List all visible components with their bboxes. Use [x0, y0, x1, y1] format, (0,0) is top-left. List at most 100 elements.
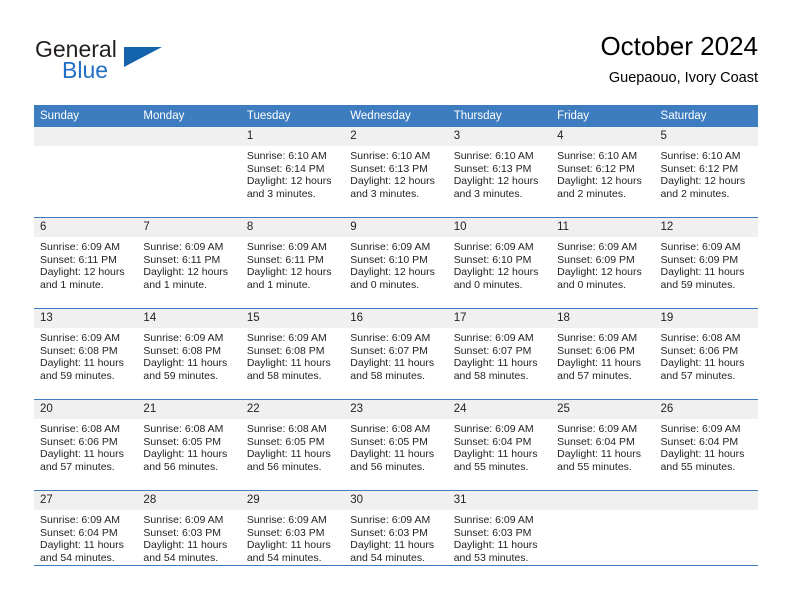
calendar-day-cell[interactable]: 28 Sunrise: 6:09 AM Sunset: 6:03 PM Dayligh… [137, 490, 241, 581]
sunrise-text: Sunrise: 6:09 AM [40, 241, 120, 253]
calendar-page: General Blue October 2024 Guepaouo, Ivor… [0, 0, 792, 612]
day-details: Sunrise: 6:10 AM Sunset: 6:13 PM Daylight:… [344, 146, 447, 200]
daylight-text-line1: Daylight: 11 hours [350, 448, 435, 461]
calendar-day-cell[interactable]: 30 Sunrise: 6:09 AM Sunset: 6:03 PM Dayligh… [344, 490, 448, 581]
sunset-text: Sunset: 6:03 PM [246, 526, 325, 539]
day-number: 27 [34, 491, 138, 510]
day-number: 17 [447, 309, 552, 328]
calendar-day-cell[interactable]: 8 Sunrise: 6:09 AM Sunset: 6:11 PM Daylight… [240, 217, 345, 308]
day-details: Sunrise: 6:09 AM Sunset: 6:10 PM Daylight:… [344, 237, 447, 291]
calendar-day-cell[interactable]: 10 Sunrise: 6:09 AM Sunset: 6:10 PM Dayligh… [447, 217, 552, 308]
daylight-text-line1: Daylight: 12 hours [350, 266, 435, 279]
day-number: 13 [34, 309, 138, 328]
day-number [551, 491, 655, 510]
sunset-text: Sunset: 6:04 PM [453, 435, 532, 448]
brand-logo[interactable]: General Blue [34, 36, 254, 96]
daylight-text-line2: and 56 minutes. [246, 460, 322, 473]
sunset-text: Sunset: 6:07 PM [453, 344, 532, 357]
calendar-day-cell[interactable]: 22 Sunrise: 6:08 AM Sunset: 6:05 PM Dayligh… [240, 399, 345, 490]
day-details: Sunrise: 6:09 AM Sunset: 6:07 PM Daylight:… [448, 328, 551, 382]
sunrise-text: Sunrise: 6:09 AM [453, 423, 534, 435]
day-number: 8 [240, 218, 345, 237]
sunrise-text: Sunrise: 6:09 AM [143, 514, 224, 526]
calendar-bottom-rule [34, 565, 758, 566]
calendar-day-cell[interactable]: 17 Sunrise: 6:09 AM Sunset: 6:07 PM Dayligh… [447, 308, 552, 399]
daylight-text-line2: and 53 minutes. [453, 551, 529, 564]
sunrise-text: Sunrise: 6:08 AM [350, 423, 431, 435]
day-number: 21 [137, 400, 241, 419]
calendar-day-cell[interactable]: 11 Sunrise: 6:09 AM Sunset: 6:09 PM Dayligh… [551, 217, 655, 308]
sunrise-text: Sunrise: 6:09 AM [350, 514, 431, 526]
day-details: Sunrise: 6:10 AM Sunset: 6:14 PM Daylight:… [241, 146, 344, 200]
day-number: 16 [344, 309, 448, 328]
calendar-day-cell[interactable]: 14 Sunrise: 6:09 AM Sunset: 6:08 PM Dayligh… [137, 308, 241, 399]
weekday-header-wednesday: Wednesday [344, 105, 448, 126]
sunset-text: Sunset: 6:05 PM [246, 435, 325, 448]
daylight-text-line2: and 1 minute. [246, 278, 311, 291]
calendar-day-cell[interactable]: 13 Sunrise: 6:09 AM Sunset: 6:08 PM Dayligh… [34, 308, 138, 399]
sunset-text: Sunset: 6:11 PM [143, 253, 221, 266]
sunset-text: Sunset: 6:12 PM [557, 162, 635, 175]
calendar-day-cell-empty [137, 126, 241, 217]
daylight-text-line1: Daylight: 11 hours [453, 448, 538, 461]
weekday-header-tuesday: Tuesday [240, 105, 345, 126]
calendar-day-cell[interactable]: 15 Sunrise: 6:09 AM Sunset: 6:08 PM Dayligh… [240, 308, 345, 399]
day-number [34, 127, 138, 146]
calendar-day-cell[interactable]: 12 Sunrise: 6:09 AM Sunset: 6:09 PM Dayligh… [654, 217, 758, 308]
sunrise-text: Sunrise: 6:09 AM [557, 332, 638, 344]
daylight-text-line2: and 0 minutes. [557, 278, 626, 291]
calendar-day-cell[interactable]: 3 Sunrise: 6:10 AM Sunset: 6:13 PM Daylight… [447, 126, 552, 217]
day-details: Sunrise: 6:09 AM Sunset: 6:07 PM Daylight:… [344, 328, 447, 382]
day-number: 31 [447, 491, 552, 510]
daylight-text-line2: and 3 minutes. [453, 187, 523, 200]
day-details: Sunrise: 6:08 AM Sunset: 6:06 PM Daylight:… [655, 328, 758, 382]
calendar-day-cell[interactable]: 6 Sunrise: 6:09 AM Sunset: 6:11 PM Daylight… [34, 217, 138, 308]
calendar-day-cell[interactable]: 7 Sunrise: 6:09 AM Sunset: 6:11 PM Daylight… [137, 217, 241, 308]
calendar-week-row: 27 Sunrise: 6:09 AM Sunset: 6:04 PM Dayligh… [34, 490, 758, 581]
sunrise-text: Sunrise: 6:09 AM [660, 423, 741, 435]
day-details: Sunrise: 6:09 AM Sunset: 6:11 PM Daylight:… [137, 237, 240, 291]
weekday-header-friday: Friday [551, 105, 655, 126]
day-number: 6 [34, 218, 138, 237]
day-details: Sunrise: 6:09 AM Sunset: 6:03 PM Daylight:… [137, 510, 240, 564]
calendar-day-cell[interactable]: 4 Sunrise: 6:10 AM Sunset: 6:12 PM Daylight… [551, 126, 655, 217]
sunrise-text: Sunrise: 6:10 AM [453, 150, 534, 162]
day-number: 11 [551, 218, 655, 237]
calendar-day-cell[interactable]: 16 Sunrise: 6:09 AM Sunset: 6:07 PM Dayligh… [344, 308, 448, 399]
day-number [137, 127, 241, 146]
calendar-day-cell[interactable]: 18 Sunrise: 6:09 AM Sunset: 6:06 PM Dayligh… [551, 308, 655, 399]
sunset-text: Sunset: 6:14 PM [246, 162, 325, 175]
day-number: 9 [344, 218, 448, 237]
calendar-day-cell[interactable]: 5 Sunrise: 6:10 AM Sunset: 6:12 PM Daylight… [654, 126, 758, 217]
calendar-day-cell[interactable]: 20 Sunrise: 6:08 AM Sunset: 6:06 PM Dayligh… [34, 399, 138, 490]
sunset-text: Sunset: 6:06 PM [660, 344, 739, 357]
day-details: Sunrise: 6:09 AM Sunset: 6:03 PM Daylight:… [241, 510, 344, 564]
calendar-day-cell[interactable]: 21 Sunrise: 6:08 AM Sunset: 6:05 PM Dayligh… [137, 399, 241, 490]
daylight-text-line2: and 55 minutes. [660, 460, 736, 473]
calendar-day-cell[interactable]: 19 Sunrise: 6:08 AM Sunset: 6:06 PM Dayligh… [654, 308, 758, 399]
calendar-day-cell[interactable]: 31 Sunrise: 6:09 AM Sunset: 6:03 PM Dayligh… [447, 490, 552, 581]
daylight-text-line2: and 54 minutes. [40, 551, 115, 564]
sunset-text: Sunset: 6:10 PM [350, 253, 428, 266]
day-number: 29 [240, 491, 345, 510]
calendar-day-cell[interactable]: 27 Sunrise: 6:09 AM Sunset: 6:04 PM Dayligh… [34, 490, 138, 581]
sunset-text: Sunset: 6:08 PM [143, 344, 222, 357]
calendar-day-cell[interactable]: 29 Sunrise: 6:09 AM Sunset: 6:03 PM Dayligh… [240, 490, 345, 581]
day-details: Sunrise: 6:09 AM Sunset: 6:04 PM Daylight:… [448, 419, 551, 473]
calendar-day-cell[interactable]: 26 Sunrise: 6:09 AM Sunset: 6:04 PM Dayligh… [654, 399, 758, 490]
daylight-text-line2: and 55 minutes. [453, 460, 529, 473]
calendar-day-cell[interactable]: 2 Sunrise: 6:10 AM Sunset: 6:13 PM Daylight… [344, 126, 448, 217]
calendar-day-cell[interactable]: 23 Sunrise: 6:08 AM Sunset: 6:05 PM Dayligh… [344, 399, 448, 490]
calendar-day-cell[interactable]: 24 Sunrise: 6:09 AM Sunset: 6:04 PM Dayligh… [447, 399, 552, 490]
day-number: 14 [137, 309, 241, 328]
calendar-day-cell[interactable]: 9 Sunrise: 6:09 AM Sunset: 6:10 PM Daylight… [344, 217, 448, 308]
calendar-day-cell[interactable]: 1 Sunrise: 6:10 AM Sunset: 6:14 PM Daylight… [240, 126, 345, 217]
calendar-week-row: 13 Sunrise: 6:09 AM Sunset: 6:08 PM Dayligh… [34, 308, 758, 399]
calendar-day-cell[interactable]: 25 Sunrise: 6:09 AM Sunset: 6:04 PM Dayligh… [551, 399, 655, 490]
daylight-text-line2: and 1 minute. [143, 278, 208, 291]
sunrise-text: Sunrise: 6:09 AM [350, 241, 431, 253]
daylight-text-line2: and 57 minutes. [660, 369, 736, 382]
daylight-text-line2: and 54 minutes. [350, 551, 425, 564]
daylight-text-line1: Daylight: 12 hours [40, 266, 125, 279]
weekday-header-thursday: Thursday [447, 105, 552, 126]
